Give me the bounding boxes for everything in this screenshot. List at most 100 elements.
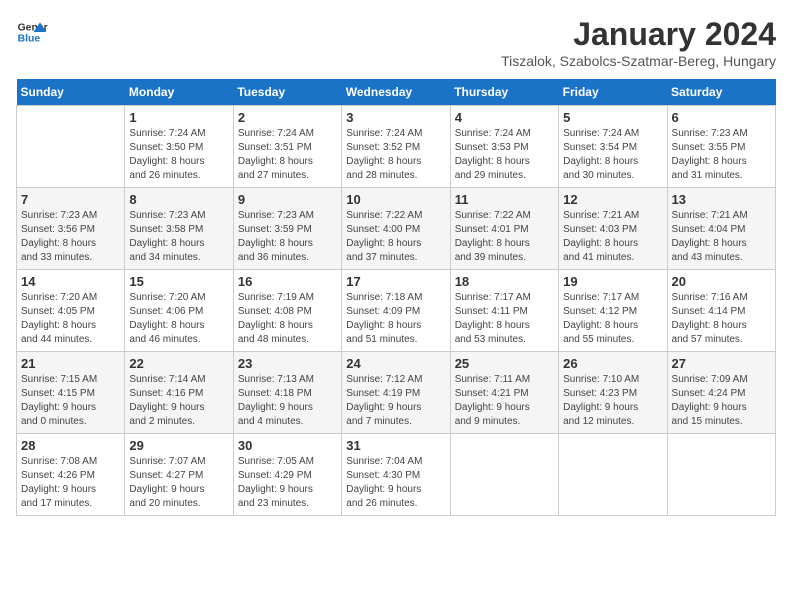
day-info: Sunrise: 7:16 AM Sunset: 4:14 PM Dayligh…	[672, 291, 771, 347]
day-info: Sunrise: 7:21 AM Sunset: 4:03 PM Dayligh…	[563, 209, 662, 265]
day-info: Sunrise: 7:05 AM Sunset: 4:29 PM Dayligh…	[238, 455, 337, 511]
day-number: 2	[238, 110, 337, 125]
calendar-cell: 24 Sunrise: 7:12 AM Sunset: 4:19 PM Dayli…	[342, 352, 450, 434]
calendar-cell: 31 Sunrise: 7:04 AM Sunset: 4:30 PM Dayli…	[342, 434, 450, 516]
location-subtitle: Tiszalok, Szabolcs-Szatmar-Bereg, Hungar…	[501, 53, 776, 69]
day-info: Sunrise: 7:15 AM Sunset: 4:15 PM Dayligh…	[21, 373, 120, 429]
calendar-cell	[17, 106, 125, 188]
calendar-cell: 16 Sunrise: 7:19 AM Sunset: 4:08 PM Dayli…	[233, 270, 341, 352]
day-number: 14	[21, 274, 120, 289]
calendar-cell: 29 Sunrise: 7:07 AM Sunset: 4:27 PM Dayli…	[125, 434, 233, 516]
day-info: Sunrise: 7:20 AM Sunset: 4:05 PM Dayligh…	[21, 291, 120, 347]
day-info: Sunrise: 7:22 AM Sunset: 4:00 PM Dayligh…	[346, 209, 445, 265]
day-info: Sunrise: 7:14 AM Sunset: 4:16 PM Dayligh…	[129, 373, 228, 429]
calendar-cell: 30 Sunrise: 7:05 AM Sunset: 4:29 PM Dayli…	[233, 434, 341, 516]
day-number: 31	[346, 438, 445, 453]
calendar-cell: 22Sunrise: 7:14 AM Sunset: 4:16 PM Dayli…	[125, 352, 233, 434]
day-number: 1	[129, 110, 228, 125]
calendar-cell: 5 Sunrise: 7:24 AM Sunset: 3:54 PM Daylig…	[559, 106, 667, 188]
day-number: 11	[455, 192, 554, 207]
day-number: 28	[21, 438, 120, 453]
day-number: 4	[455, 110, 554, 125]
day-number: 10	[346, 192, 445, 207]
day-number: 26	[563, 356, 662, 371]
calendar-header-row: SundayMondayTuesdayWednesdayThursdayFrid…	[17, 79, 776, 106]
day-number: 20	[672, 274, 771, 289]
day-number: 30	[238, 438, 337, 453]
day-info: Sunrise: 7:10 AM Sunset: 4:23 PM Dayligh…	[563, 373, 662, 429]
calendar-week-row: 14 Sunrise: 7:20 AM Sunset: 4:05 PM Dayli…	[17, 270, 776, 352]
day-info: Sunrise: 7:11 AM Sunset: 4:21 PM Dayligh…	[455, 373, 554, 429]
day-info: Sunrise: 7:19 AM Sunset: 4:08 PM Dayligh…	[238, 291, 337, 347]
day-info: Sunrise: 7:21 AM Sunset: 4:04 PM Dayligh…	[672, 209, 771, 265]
day-info: Sunrise: 7:17 AM Sunset: 4:12 PM Dayligh…	[563, 291, 662, 347]
calendar-cell: 17 Sunrise: 7:18 AM Sunset: 4:09 PM Dayli…	[342, 270, 450, 352]
calendar-week-row: 1 Sunrise: 7:24 AM Sunset: 3:50 PM Daylig…	[17, 106, 776, 188]
day-number: 5	[563, 110, 662, 125]
calendar-cell: 7Sunrise: 7:23 AM Sunset: 3:56 PM Daylig…	[17, 188, 125, 270]
calendar-week-row: 21 Sunrise: 7:15 AM Sunset: 4:15 PM Dayli…	[17, 352, 776, 434]
calendar-cell: 8Sunrise: 7:23 AM Sunset: 3:58 PM Daylig…	[125, 188, 233, 270]
day-info: Sunrise: 7:20 AM Sunset: 4:06 PM Dayligh…	[129, 291, 228, 347]
day-info: Sunrise: 7:24 AM Sunset: 3:50 PM Dayligh…	[129, 127, 228, 183]
day-number: 16	[238, 274, 337, 289]
calendar-cell: 4 Sunrise: 7:24 AM Sunset: 3:53 PM Daylig…	[450, 106, 558, 188]
calendar-cell: 11 Sunrise: 7:22 AM Sunset: 4:01 PM Dayli…	[450, 188, 558, 270]
calendar-day-header: Sunday	[17, 79, 125, 106]
svg-text:Blue: Blue	[18, 34, 41, 45]
calendar-day-header: Thursday	[450, 79, 558, 106]
day-number: 15	[129, 274, 228, 289]
day-number: 12	[563, 192, 662, 207]
calendar-day-header: Friday	[559, 79, 667, 106]
calendar-cell: 10 Sunrise: 7:22 AM Sunset: 4:00 PM Dayli…	[342, 188, 450, 270]
day-number: 3	[346, 110, 445, 125]
day-number: 13	[672, 192, 771, 207]
day-info: Sunrise: 7:13 AM Sunset: 4:18 PM Dayligh…	[238, 373, 337, 429]
day-number: 21	[21, 356, 120, 371]
logo-icon: General Blue	[16, 16, 48, 48]
day-info: Sunrise: 7:18 AM Sunset: 4:09 PM Dayligh…	[346, 291, 445, 347]
calendar-week-row: 7Sunrise: 7:23 AM Sunset: 3:56 PM Daylig…	[17, 188, 776, 270]
day-number: 24	[346, 356, 445, 371]
logo: General Blue	[16, 16, 48, 48]
day-info: Sunrise: 7:24 AM Sunset: 3:53 PM Dayligh…	[455, 127, 554, 183]
day-info: Sunrise: 7:23 AM Sunset: 3:56 PM Dayligh…	[21, 209, 120, 265]
day-info: Sunrise: 7:24 AM Sunset: 3:51 PM Dayligh…	[238, 127, 337, 183]
day-info: Sunrise: 7:23 AM Sunset: 3:58 PM Dayligh…	[129, 209, 228, 265]
day-info: Sunrise: 7:22 AM Sunset: 4:01 PM Dayligh…	[455, 209, 554, 265]
calendar-cell	[559, 434, 667, 516]
calendar-cell: 2 Sunrise: 7:24 AM Sunset: 3:51 PM Daylig…	[233, 106, 341, 188]
calendar-table: SundayMondayTuesdayWednesdayThursdayFrid…	[16, 79, 776, 516]
day-info: Sunrise: 7:12 AM Sunset: 4:19 PM Dayligh…	[346, 373, 445, 429]
day-number: 25	[455, 356, 554, 371]
page-header: General Blue January 2024 Tiszalok, Szab…	[16, 16, 776, 69]
calendar-cell: 28 Sunrise: 7:08 AM Sunset: 4:26 PM Dayli…	[17, 434, 125, 516]
title-block: January 2024 Tiszalok, Szabolcs-Szatmar-…	[501, 16, 776, 69]
calendar-cell	[450, 434, 558, 516]
calendar-cell: 18 Sunrise: 7:17 AM Sunset: 4:11 PM Dayli…	[450, 270, 558, 352]
day-number: 17	[346, 274, 445, 289]
calendar-day-header: Tuesday	[233, 79, 341, 106]
day-info: Sunrise: 7:08 AM Sunset: 4:26 PM Dayligh…	[21, 455, 120, 511]
day-number: 6	[672, 110, 771, 125]
calendar-cell: 26 Sunrise: 7:10 AM Sunset: 4:23 PM Dayli…	[559, 352, 667, 434]
calendar-cell: 19 Sunrise: 7:17 AM Sunset: 4:12 PM Dayli…	[559, 270, 667, 352]
day-number: 18	[455, 274, 554, 289]
calendar-cell: 15 Sunrise: 7:20 AM Sunset: 4:06 PM Dayli…	[125, 270, 233, 352]
day-number: 29	[129, 438, 228, 453]
day-info: Sunrise: 7:24 AM Sunset: 3:54 PM Dayligh…	[563, 127, 662, 183]
calendar-day-header: Wednesday	[342, 79, 450, 106]
calendar-cell	[667, 434, 775, 516]
day-number: 19	[563, 274, 662, 289]
day-info: Sunrise: 7:09 AM Sunset: 4:24 PM Dayligh…	[672, 373, 771, 429]
calendar-cell: 6Sunrise: 7:23 AM Sunset: 3:55 PM Daylig…	[667, 106, 775, 188]
calendar-cell: 25 Sunrise: 7:11 AM Sunset: 4:21 PM Dayli…	[450, 352, 558, 434]
calendar-cell: 21 Sunrise: 7:15 AM Sunset: 4:15 PM Dayli…	[17, 352, 125, 434]
day-info: Sunrise: 7:17 AM Sunset: 4:11 PM Dayligh…	[455, 291, 554, 347]
calendar-day-header: Monday	[125, 79, 233, 106]
day-number: 23	[238, 356, 337, 371]
day-info: Sunrise: 7:04 AM Sunset: 4:30 PM Dayligh…	[346, 455, 445, 511]
day-number: 9	[238, 192, 337, 207]
day-info: Sunrise: 7:07 AM Sunset: 4:27 PM Dayligh…	[129, 455, 228, 511]
calendar-day-header: Saturday	[667, 79, 775, 106]
